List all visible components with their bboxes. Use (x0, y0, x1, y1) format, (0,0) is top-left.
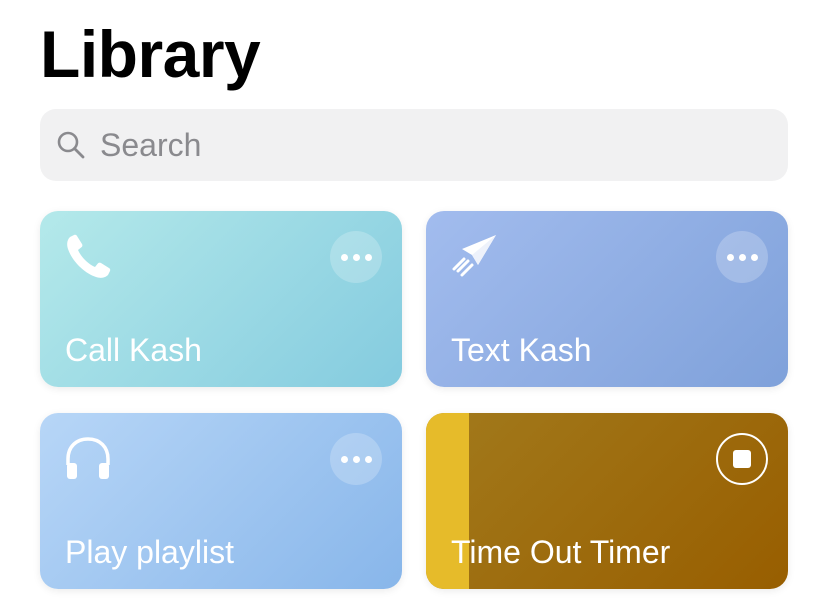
stop-button[interactable] (716, 433, 768, 485)
more-options-button[interactable] (716, 231, 768, 283)
shortcut-tile-call-kash[interactable]: Call Kash (40, 211, 402, 387)
shortcut-label: Text Kash (451, 332, 592, 368)
phone-icon (62, 231, 114, 283)
shortcut-tile-play-playlist[interactable]: Play playlist (40, 413, 402, 589)
page-title: Library (40, 17, 261, 91)
headphones-icon (62, 433, 114, 485)
search-bar[interactable] (40, 109, 788, 181)
search-icon (54, 128, 88, 162)
paper-plane-icon (448, 231, 500, 283)
shortcut-label: Play playlist (65, 534, 234, 570)
shortcut-tile-time-out-timer[interactable]: Time Out Timer (426, 413, 788, 589)
more-icon (340, 253, 348, 261)
shortcut-tile-text-kash[interactable]: Text Kash (426, 211, 788, 387)
search-input[interactable] (98, 119, 722, 171)
more-icon (726, 253, 734, 261)
more-options-button[interactable] (330, 231, 382, 283)
more-options-button[interactable] (330, 433, 382, 485)
shortcut-label: Call Kash (65, 332, 202, 368)
library-page: Library Call Kash (0, 0, 828, 602)
more-icon (340, 455, 348, 463)
stop-icon (733, 450, 751, 468)
shortcut-label: Time Out Timer (451, 534, 671, 570)
